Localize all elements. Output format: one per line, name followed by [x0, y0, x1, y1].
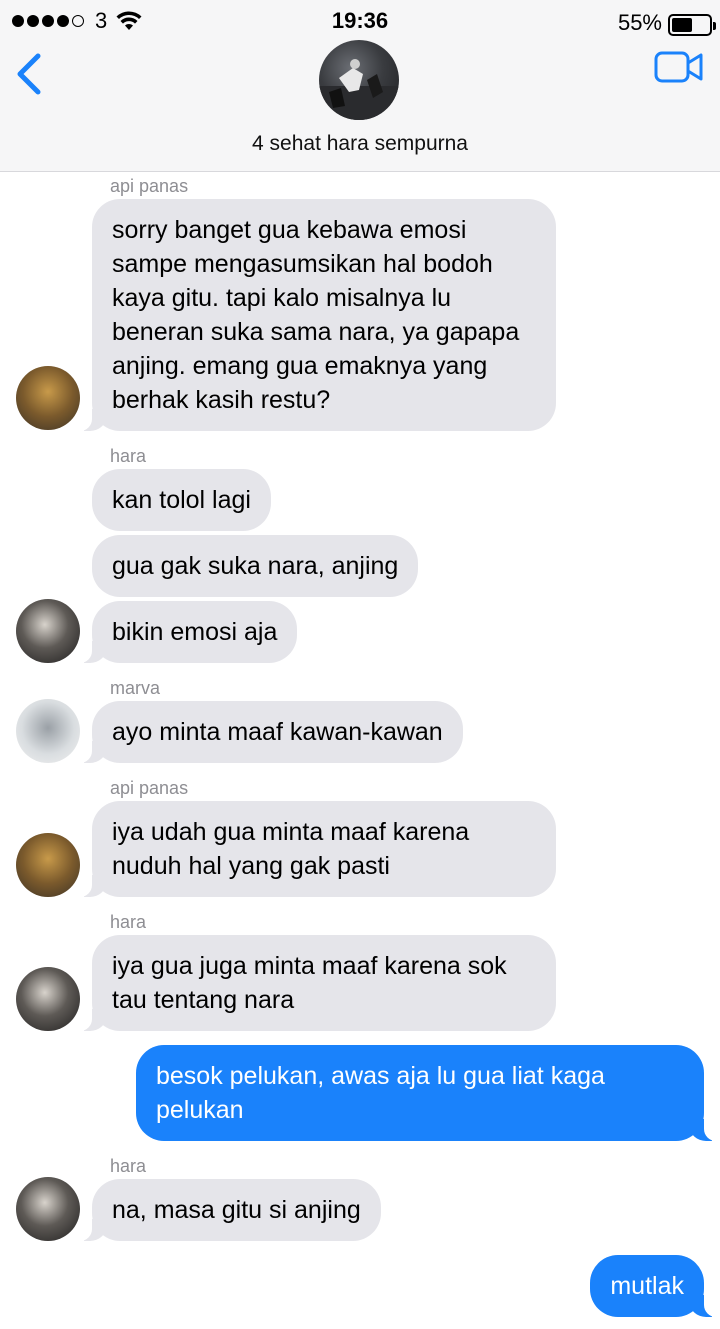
- battery-percent: 55%: [617, 10, 662, 35]
- sender-name: hara: [110, 1156, 147, 1176]
- message-line: gua gak suka nara, anjing: [112, 552, 399, 580]
- message-line: anjing. emang gua emaknya yang: [112, 352, 488, 380]
- sender-name: marva: [110, 678, 161, 698]
- incoming-message-bubble[interactable]: kan tolol lagi: [92, 469, 271, 531]
- bubble-tail: [74, 1009, 106, 1031]
- message-line: kaya gitu. tapi kalo misalnya lu: [112, 284, 452, 312]
- video-call-button[interactable]: [654, 50, 704, 84]
- sender-name: api panas: [110, 778, 189, 798]
- avatar-marva[interactable]: [16, 699, 80, 763]
- bubble-tail: [74, 741, 106, 763]
- incoming-message-bubble[interactable]: iya udah gua minta maaf karena nuduh hal…: [74, 801, 556, 897]
- avatar-hara[interactable]: [16, 967, 80, 1031]
- message-line: iya gua juga minta maaf karena sok: [112, 952, 507, 980]
- message-line: mutlak: [610, 1272, 684, 1300]
- sender-name: hara: [110, 912, 147, 932]
- status-bar: 3 19:36 55%: [0, 6, 720, 36]
- outgoing-message-bubble[interactable]: besok pelukan, awas aja lu gua liat kaga…: [136, 1045, 720, 1141]
- outgoing-message-bubble[interactable]: mutlak: [590, 1255, 720, 1317]
- bubble-tail: [690, 1119, 720, 1141]
- chevron-left-icon: [17, 53, 41, 95]
- message-line: na, masa gitu si anjing: [112, 1196, 361, 1224]
- message-line: nuduh hal yang gak pasti: [112, 852, 390, 880]
- sender-name: hara: [110, 446, 147, 466]
- sender-name: api panas: [110, 176, 189, 196]
- bubble-tail: [74, 875, 106, 897]
- avatar-api-panas[interactable]: [16, 833, 80, 897]
- battery-fill: [672, 18, 692, 32]
- bubble-tail: [74, 1219, 106, 1241]
- battery-icon: [668, 14, 716, 36]
- avatar-hara[interactable]: [16, 1177, 80, 1241]
- incoming-message-bubble[interactable]: bikin emosi aja: [74, 601, 298, 663]
- bubble-tail: [74, 409, 106, 431]
- avatar-hara[interactable]: [16, 599, 80, 663]
- incoming-message-bubble[interactable]: iya gua juga minta maaf karena sok tau t…: [74, 935, 556, 1031]
- video-camera-icon: [654, 51, 703, 83]
- incoming-message-bubble[interactable]: na, masa gitu si anjing: [74, 1179, 381, 1241]
- message-line: pelukan: [156, 1096, 244, 1124]
- message-line: ayo minta maaf kawan-kawan: [112, 718, 443, 746]
- group-photo-icon: [319, 59, 399, 120]
- message-line: iya udah gua minta maaf karena: [112, 818, 470, 846]
- status-time: 19:36: [331, 8, 389, 33]
- battery-cap: [713, 22, 716, 30]
- bubble-tail: [690, 1295, 720, 1317]
- incoming-message-bubble[interactable]: sorry banget gua kebawa emosi sampe meng…: [74, 199, 556, 431]
- message-line: sorry banget gua kebawa emosi: [112, 216, 467, 244]
- incoming-message-bubble[interactable]: ayo minta maaf kawan-kawan: [74, 701, 463, 763]
- bubble-tail: [74, 641, 106, 663]
- conversation-header: 3 19:36 55% 4 sehat hara sempurna: [0, 0, 720, 172]
- group-avatar[interactable]: [319, 40, 399, 120]
- back-button[interactable]: [14, 52, 44, 96]
- incoming-message-bubble[interactable]: gua gak suka nara, anjing: [92, 535, 419, 597]
- message-line: tau tentang nara: [112, 986, 295, 1014]
- message-line: sampe mengasumsikan hal bodoh: [112, 250, 493, 278]
- message-line: kan tolol lagi: [112, 486, 251, 514]
- message-line: bikin emosi aja: [112, 618, 278, 646]
- avatar-api-panas[interactable]: [16, 366, 80, 430]
- group-name[interactable]: 4 sehat hara sempurna: [0, 132, 720, 156]
- message-line: besok pelukan, awas aja lu gua liat kaga: [156, 1062, 605, 1090]
- message-line: berhak kasih restu?: [112, 386, 331, 414]
- message-line: beneran suka sama nara, ya gapapa: [112, 318, 520, 346]
